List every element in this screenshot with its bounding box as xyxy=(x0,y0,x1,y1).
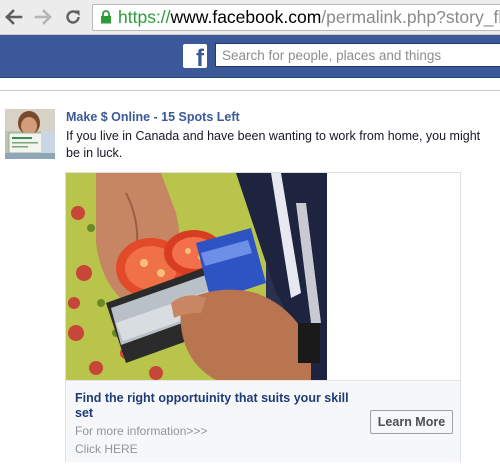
reload-button[interactable] xyxy=(62,6,84,28)
facebook-header: f xyxy=(0,35,500,78)
back-button[interactable] xyxy=(3,6,25,28)
advertiser-avatar[interactable] xyxy=(5,109,55,159)
ad-card-cta-text: Click HERE xyxy=(75,442,138,456)
search-input[interactable] xyxy=(216,44,492,66)
address-bar[interactable]: https://www.facebook.com/permalink.php?s… xyxy=(92,4,500,31)
ad-card-description: For more information>>> xyxy=(75,424,208,438)
forward-button[interactable] xyxy=(32,6,54,28)
learn-more-button[interactable]: Learn More xyxy=(370,410,453,434)
facebook-logo-icon[interactable]: f xyxy=(183,44,207,71)
forward-arrow-icon xyxy=(34,9,52,25)
ad-card[interactable]: Find the right opportuinity that suits y… xyxy=(65,172,461,462)
ad-body-text: If you live in Canada and have been want… xyxy=(66,129,481,160)
browser-toolbar: https://www.facebook.com/permalink.php?s… xyxy=(0,0,500,35)
ad-card-footer: Find the right opportuinity that suits y… xyxy=(66,380,460,462)
divider xyxy=(0,90,500,91)
lock-icon xyxy=(101,10,111,24)
back-arrow-icon xyxy=(5,9,23,25)
search-box xyxy=(215,43,500,67)
ad-card-title[interactable]: Find the right opportuinity that suits y… xyxy=(75,391,355,421)
reload-icon xyxy=(66,10,80,24)
url-text: https://www.facebook.com/permalink.php?s… xyxy=(118,7,500,27)
ad-headline-link[interactable]: Make $ Online - 15 Spots Left xyxy=(66,110,240,124)
ad-image[interactable] xyxy=(66,173,327,380)
